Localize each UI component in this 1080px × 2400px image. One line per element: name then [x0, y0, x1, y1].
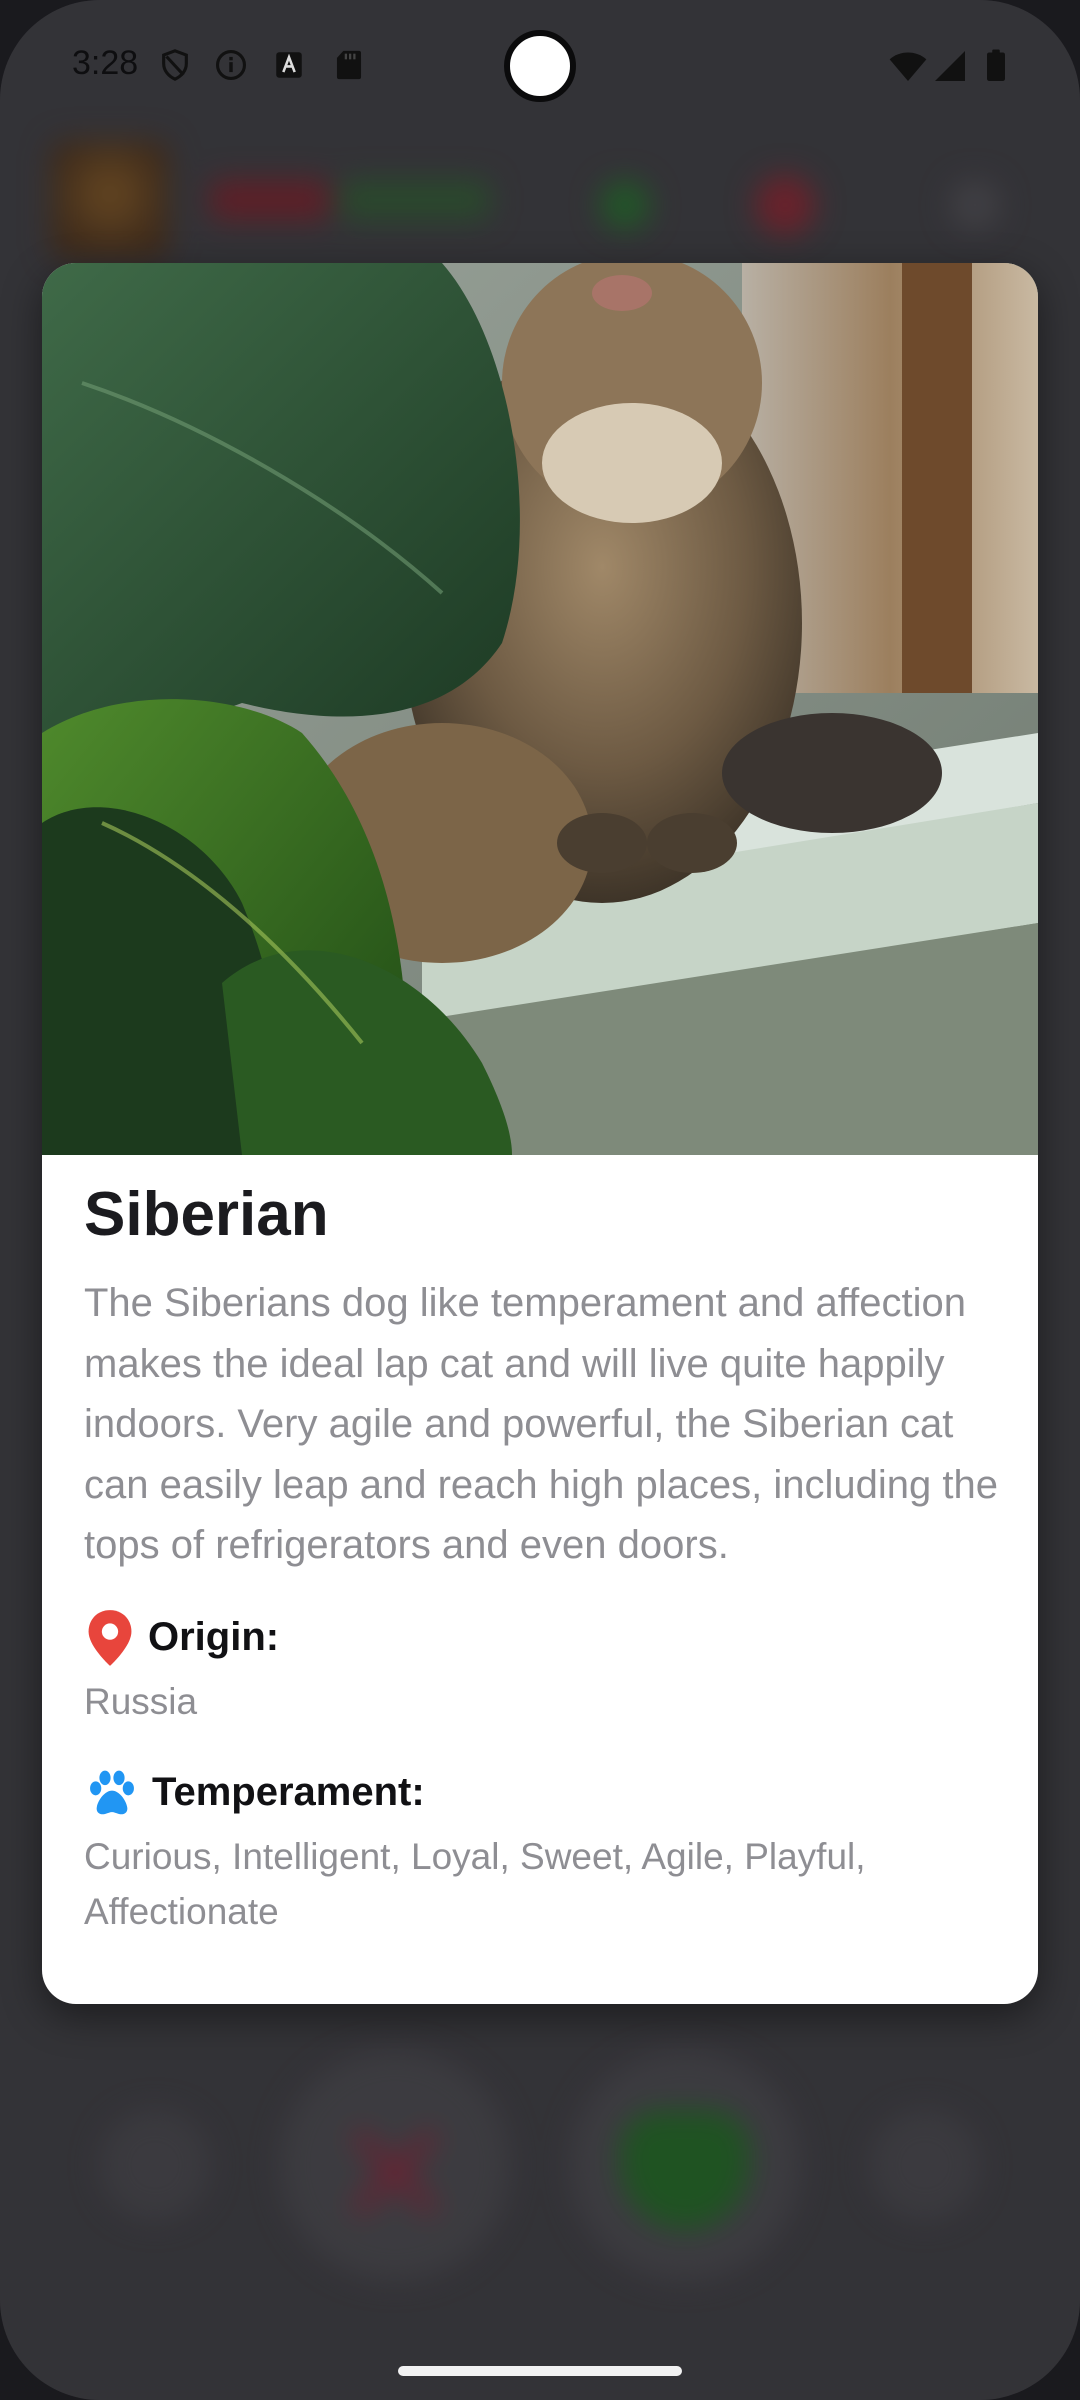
font-a-icon [276, 52, 302, 78]
status-time: 3:28 [72, 44, 139, 82]
breed-name: Siberian [84, 1180, 329, 1249]
home-indicator[interactable] [398, 2366, 682, 2376]
temperament-label: Temperament: [152, 1770, 425, 1814]
info-icon [215, 49, 247, 81]
breed-description: The Siberians dog like temperament and a… [84, 1281, 998, 1567]
map-pin-icon [88, 1609, 132, 1666]
temperament-heading: Temperament: [84, 1763, 1004, 1823]
shield-icon [162, 49, 188, 81]
cellular-signal-icon [935, 51, 965, 81]
front-camera [504, 30, 576, 102]
breed-photo [42, 263, 1038, 1155]
device-screen: ✕ 3:28 Siberian The Siberians dog like t… [0, 0, 1080, 2400]
temperament-value: Curious, Intelligent, Loyal, Sweet, Agil… [84, 1835, 866, 1932]
sd-card-icon [336, 50, 362, 80]
origin-heading: Origin: [84, 1608, 1004, 1668]
card-content: Siberian The Siberians dog like temperam… [84, 1155, 1004, 1939]
wifi-icon [889, 52, 927, 81]
origin-value: Russia [84, 1680, 198, 1722]
origin-label: Origin: [148, 1615, 280, 1659]
paw-icon [90, 1770, 134, 1814]
breed-detail-card: Siberian The Siberians dog like temperam… [42, 263, 1038, 2004]
battery-icon [987, 49, 1005, 81]
status-bar: 3:28 [0, 0, 1080, 130]
